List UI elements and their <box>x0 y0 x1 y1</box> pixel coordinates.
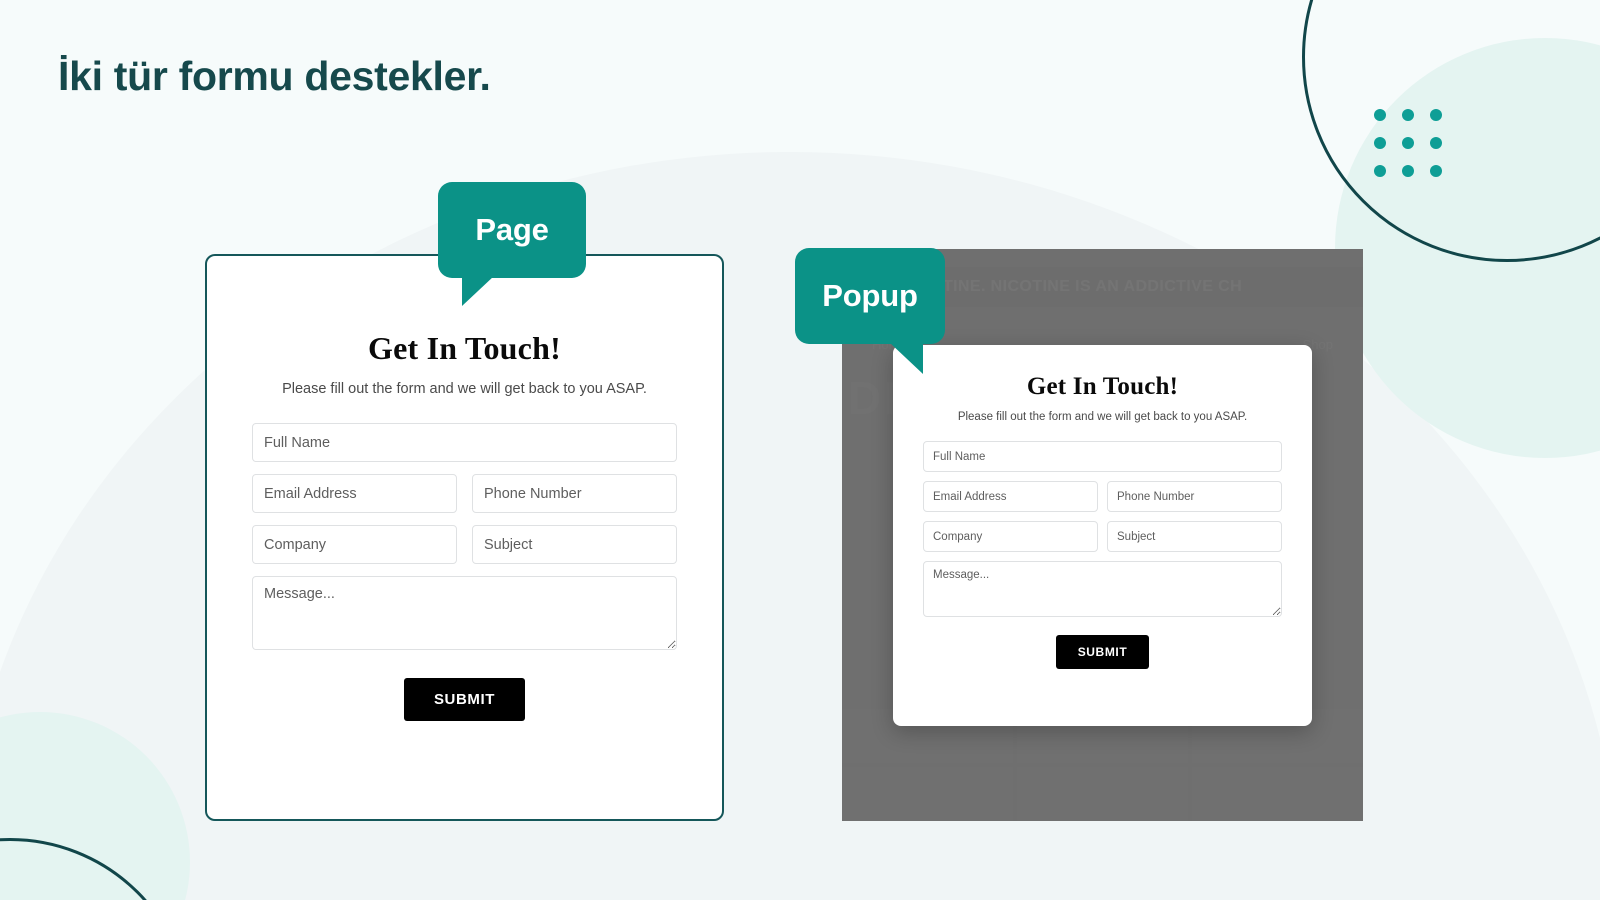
ghost-grid-tile <box>1192 767 1363 821</box>
grid-dot <box>1430 109 1442 121</box>
page-form-fields <box>252 423 677 650</box>
grid-dot <box>1430 165 1442 177</box>
email-address-input[interactable] <box>252 474 457 513</box>
popup-form-heading: Get In Touch! <box>1026 373 1179 400</box>
popup-phone-number-input[interactable] <box>1107 481 1282 512</box>
page-field-row-message <box>252 576 677 650</box>
page-field-row-company-subject <box>252 525 677 564</box>
popup-submit-row: SUBMIT <box>923 635 1282 669</box>
page-contact-form: Get In Touch! Please fill out the form a… <box>207 256 722 721</box>
page-form-subheading: Please fill out the form and we will get… <box>282 381 647 397</box>
popup-contact-form: Get In Touch! Please fill out the form a… <box>893 345 1312 669</box>
page-title: İki tür formu destekler. <box>58 53 491 99</box>
popup-form-card: Get In Touch! Please fill out the form a… <box>893 345 1312 726</box>
popup-field-row-email-phone <box>923 481 1282 512</box>
submit-button[interactable]: SUBMIT <box>403 678 526 721</box>
grid-dot <box>1374 165 1386 177</box>
popup-label-bubble: Popup <box>795 248 945 374</box>
popup-full-name-input[interactable] <box>923 441 1282 472</box>
ghost-grid-tile <box>842 767 1013 821</box>
page-label-bubble: Page <box>438 182 586 306</box>
popup-subject-input[interactable] <box>1107 521 1282 552</box>
mint-circle-bottom-left <box>0 712 190 900</box>
page-form-heading: Get In Touch! <box>368 330 561 366</box>
grid-dot <box>1374 137 1386 149</box>
page-form-card: Get In Touch! Please fill out the form a… <box>205 254 724 821</box>
grid-dot <box>1374 109 1386 121</box>
page-submit-row: SUBMIT <box>252 678 677 721</box>
phone-number-input[interactable] <box>472 474 677 513</box>
grid-dot <box>1402 137 1414 149</box>
popup-email-address-input[interactable] <box>923 481 1098 512</box>
popup-field-row-message <box>923 561 1282 617</box>
outline-ring-bottom-left <box>0 838 192 900</box>
company-input[interactable] <box>252 525 457 564</box>
mint-circle-top-right <box>1335 38 1600 458</box>
popup-message-textarea[interactable] <box>923 561 1282 617</box>
full-name-input[interactable] <box>252 423 677 462</box>
popup-field-row-fullname <box>923 441 1282 472</box>
page-field-row-email-phone <box>252 474 677 513</box>
popup-form-fields <box>923 441 1282 617</box>
outline-ring-top-right <box>1302 0 1600 262</box>
grid-dot <box>1430 137 1442 149</box>
ghost-grid-tile <box>1017 767 1188 821</box>
grid-dot <box>1402 165 1414 177</box>
popup-submit-button[interactable]: SUBMIT <box>1055 635 1150 669</box>
message-textarea[interactable] <box>252 576 677 650</box>
popup-field-row-company-subject <box>923 521 1282 552</box>
subject-input[interactable] <box>472 525 677 564</box>
grid-dot <box>1402 109 1414 121</box>
dot-grid-icon <box>1374 109 1442 177</box>
popup-company-input[interactable] <box>923 521 1098 552</box>
page-field-row-fullname <box>252 423 677 462</box>
popup-form-subheading: Please fill out the form and we will get… <box>957 411 1248 423</box>
